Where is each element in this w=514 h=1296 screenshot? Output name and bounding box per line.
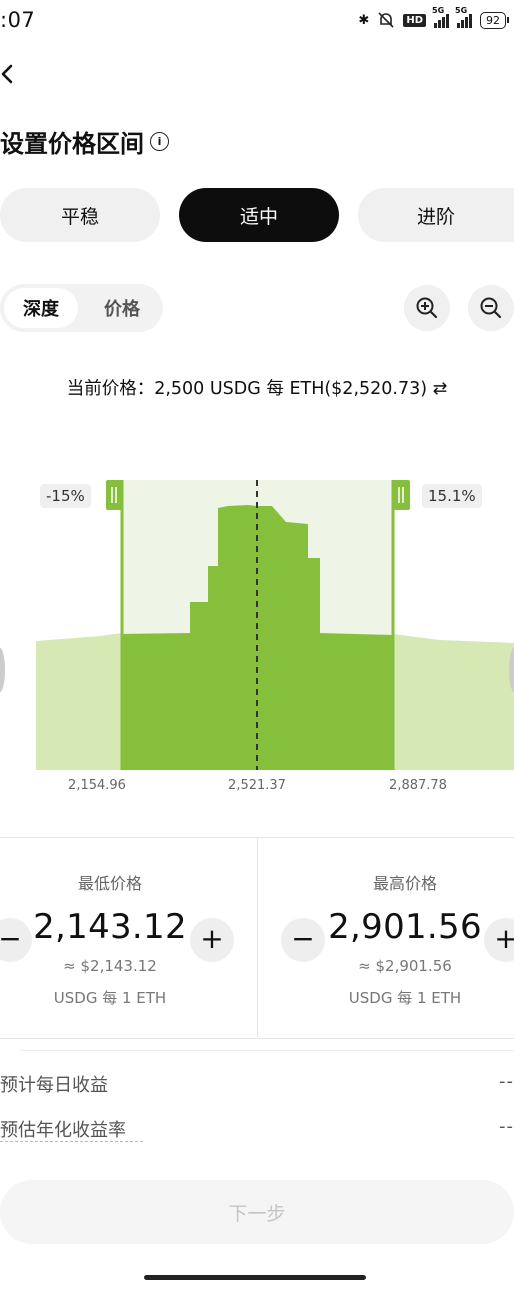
- view-toggle: 深度 价格: [0, 284, 163, 332]
- min-price-usd: ≈ $2,143.12: [63, 957, 157, 975]
- x-tick-mid: 2,521.37: [228, 778, 286, 793]
- max-price-label: 最高价格: [372, 874, 437, 893]
- max-price-usd: ≈ $2,901.56: [358, 957, 452, 975]
- range-high-percent: 15.1%: [422, 484, 482, 508]
- min-price-label: 最低价格: [77, 874, 142, 893]
- back-arrow-icon[interactable]: [0, 58, 28, 90]
- apr-underline: [0, 1141, 143, 1142]
- segment-moderate[interactable]: 适中: [179, 188, 339, 242]
- daily-earnings-value: --: [499, 1071, 514, 1092]
- x-tick-high: 2,887.78: [389, 778, 447, 793]
- battery-icon: 92: [480, 11, 509, 29]
- max-price-unit: USDG 每 1 ETH: [348, 989, 462, 1007]
- daily-earnings-label: 预计每日收益: [0, 1075, 108, 1096]
- depth-outside-right: [393, 634, 514, 770]
- max-price-value[interactable]: 2,901.56: [305, 907, 505, 947]
- range-low-percent: -15%: [40, 484, 91, 508]
- next-step-button[interactable]: 下一步: [0, 1180, 514, 1244]
- signal-icon: 5G: [432, 6, 449, 28]
- toggle-depth[interactable]: 深度: [4, 288, 78, 328]
- mute-bell-icon: [378, 12, 394, 28]
- page-title: 设置价格区间 i: [0, 124, 169, 159]
- bluetooth-icon: ✱: [358, 12, 370, 28]
- toggle-price[interactable]: 价格: [84, 288, 160, 328]
- apr-label[interactable]: 预估年化收益率: [0, 1116, 126, 1142]
- page-title-text: 设置价格区间: [0, 130, 144, 158]
- min-price-unit: USDG 每 1 ETH: [53, 989, 167, 1007]
- apr-value: --: [499, 1116, 514, 1137]
- signal-icon-2: 5G: [455, 6, 472, 28]
- max-decrease-button[interactable]: −: [281, 918, 325, 962]
- zoom-out-button[interactable]: [468, 285, 514, 331]
- home-indicator: [144, 1275, 366, 1280]
- status-time: :07: [0, 8, 36, 32]
- depth-chart: [0, 480, 514, 770]
- depth-outside-left: [36, 633, 122, 770]
- x-tick-low: 2,154.96: [68, 778, 126, 793]
- zoom-in-icon: [416, 297, 438, 319]
- min-increase-button[interactable]: +: [190, 918, 234, 962]
- zoom-out-icon: [480, 297, 502, 319]
- hd-badge: HD: [403, 13, 426, 27]
- info-icon[interactable]: i: [150, 132, 169, 151]
- min-price-value[interactable]: 2,143.12: [10, 907, 210, 947]
- zoom-in-button[interactable]: [404, 285, 450, 331]
- card-divider: [257, 837, 258, 1037]
- scroll-left-handle[interactable]: [0, 648, 5, 692]
- segment-advanced[interactable]: 进阶: [358, 188, 514, 242]
- current-price-text: 当前价格：2,500 USDG 每 ETH($2,520.73) ⇄: [66, 379, 448, 399]
- segment-stable[interactable]: 平稳: [0, 188, 160, 242]
- stats-divider: [20, 1050, 514, 1051]
- status-icons: ✱ HD 5G 5G 92: [358, 6, 509, 31]
